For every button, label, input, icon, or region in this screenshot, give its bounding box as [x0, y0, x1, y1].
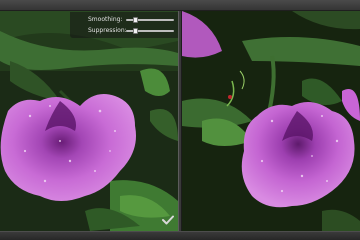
smoothing-slider-thumb[interactable] — [133, 17, 139, 23]
smoothing-control: Smoothing: — [74, 15, 176, 25]
preview-pane-left: Smoothing: Suppression: — [0, 11, 178, 231]
flower-photo-left — [0, 11, 178, 231]
suppression-slider-thumb[interactable] — [133, 28, 139, 34]
preview-pane-right — [182, 11, 360, 231]
confirm-button[interactable] — [160, 212, 176, 228]
title-bar — [0, 0, 360, 11]
smoothing-label: Smoothing: — [88, 16, 123, 23]
checkmark-icon — [162, 215, 174, 225]
app-window: Smoothing: Suppression: — [0, 0, 360, 240]
adjustment-panel: Smoothing: Suppression: — [70, 12, 178, 38]
suppression-control: Suppression: — [74, 26, 176, 36]
flower-photo-right — [182, 11, 360, 231]
status-bar — [0, 231, 360, 240]
suppression-label: Suppression: — [88, 27, 127, 34]
